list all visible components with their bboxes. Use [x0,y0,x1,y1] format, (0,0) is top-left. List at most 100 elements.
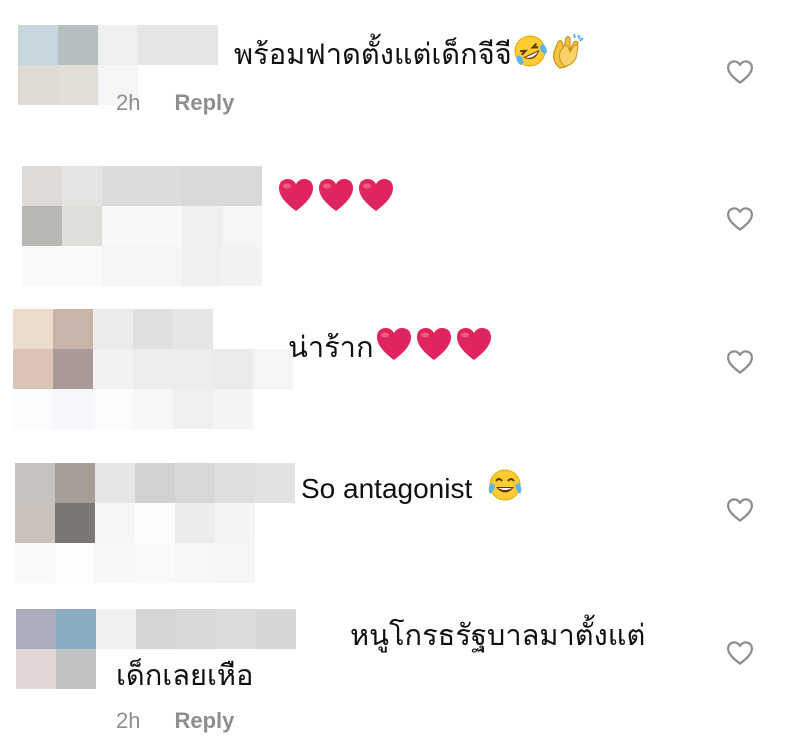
red-heart-icon [316,176,356,224]
mosaic-cell [53,309,93,349]
mosaic-cell [58,105,98,145]
mosaic-cell [18,105,58,145]
mosaic-cell [215,463,255,503]
mosaic-cell [95,503,135,543]
mosaic-cell [62,166,102,206]
mosaic-cell [182,166,222,206]
mosaic-cell [138,25,178,65]
mosaic-cell [173,309,213,349]
red-heart-icon [374,325,414,373]
mosaic-cell [135,543,175,583]
mosaic-cell [98,25,138,65]
red-heart-icon [414,325,454,373]
mosaic-cell [93,389,133,429]
clapping-hands-icon [548,32,588,80]
mosaic-cell [175,543,215,583]
mosaic-cell [182,206,222,246]
rolling-on-floor-laughing-icon [512,33,548,79]
reply-button[interactable]: Reply [174,90,234,116]
mosaic-cell [95,463,135,503]
mosaic-cell [22,166,62,206]
mosaic-cell [253,389,293,429]
like-heart-icon[interactable] [725,347,755,377]
mosaic-cell [215,503,255,543]
mosaic-cell [55,503,95,543]
mosaic-cell [62,246,102,286]
mosaic-cell [55,543,95,583]
mosaic-cell [16,689,56,729]
red-heart-icon [276,176,316,224]
mosaic-cell [255,463,295,503]
comment-text: หนูโกรธรัฐบาลมาตั้งแต่เด็กเลยเหือ [116,618,646,692]
mosaic-cell [53,349,93,389]
comment-text: น่าร้าก [288,325,494,373]
like-heart-icon[interactable] [725,57,755,87]
like-heart-icon[interactable] [725,495,755,525]
mosaic-cell [213,309,253,349]
mosaic-cell [182,246,222,286]
mosaic-cell [55,463,95,503]
mosaic-cell [142,246,182,286]
like-heart-icon[interactable] [725,638,755,668]
mosaic-cell [56,649,96,689]
mosaic-cell [56,609,96,649]
mosaic-cell [102,206,142,246]
mosaic-cell [213,389,253,429]
mosaic-cell [133,349,173,389]
mosaic-cell [135,463,175,503]
mosaic-cell [18,25,58,65]
mosaic-cell [62,206,102,246]
comment-text: So antagonist [301,467,524,514]
mosaic-cell [175,503,215,543]
mosaic-cell [256,689,296,729]
mosaic-cell [253,309,293,349]
mosaic-cell [222,246,262,286]
blurred-avatar-and-username [15,463,295,583]
blurred-avatar-and-username [22,166,302,286]
mosaic-cell [102,166,142,206]
mosaic-cell [56,689,96,729]
mosaic-cell [262,246,302,286]
mosaic-cell [93,309,133,349]
mosaic-cell [95,543,135,583]
mosaic-cell [15,463,55,503]
mosaic-cell [16,609,56,649]
mosaic-cell [102,246,142,286]
mosaic-cell [58,65,98,105]
comment-meta: 2h Reply [116,708,234,734]
mosaic-cell [135,503,175,543]
mosaic-cell [53,389,93,429]
mosaic-cell [13,309,53,349]
like-heart-icon[interactable] [725,204,755,234]
mosaic-cell [173,349,213,389]
mosaic-cell [255,503,295,543]
mosaic-cell [93,349,133,389]
mosaic-cell [175,463,215,503]
mosaic-cell [22,246,62,286]
mosaic-cell [15,543,55,583]
mosaic-cell [142,206,182,246]
mosaic-cell [22,206,62,246]
mosaic-cell [133,309,173,349]
mosaic-cell [253,349,293,389]
reply-button[interactable]: Reply [174,708,234,734]
comment-text [276,176,396,224]
mosaic-cell [178,25,218,65]
comment-text: พร้อมฟาดตั้งแต่เด็กจีจี [234,32,588,80]
mosaic-cell [255,543,295,583]
comment-meta: 2h Reply [116,90,234,116]
mosaic-cell [222,166,262,206]
red-heart-icon [454,325,494,373]
red-heart-icon [356,176,396,224]
timestamp: 2h [116,708,141,733]
mosaic-cell [58,25,98,65]
timestamp: 2h [116,90,141,115]
mosaic-cell [16,649,56,689]
mosaic-cell [133,389,173,429]
mosaic-cell [215,543,255,583]
mosaic-cell [213,349,253,389]
mosaic-cell [13,389,53,429]
blurred-avatar-and-username [13,309,293,429]
mosaic-cell [222,206,262,246]
mosaic-cell [173,389,213,429]
